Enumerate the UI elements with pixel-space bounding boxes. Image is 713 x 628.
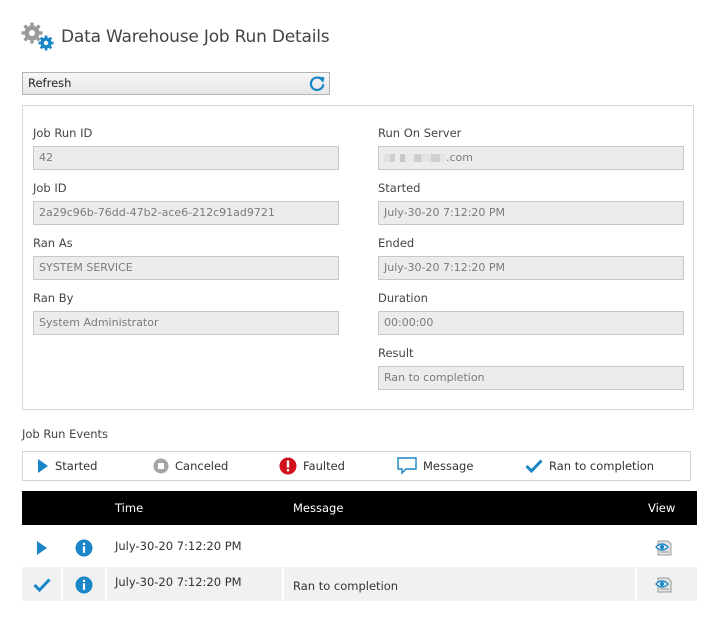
info-icon[interactable] <box>75 539 93 557</box>
row-time: July-30-20 7:12:20 PM <box>107 567 284 601</box>
legend-started: Started <box>37 452 97 480</box>
legend-started-label: Started <box>55 459 98 473</box>
job-run-events-title: Job Run Events <box>22 427 109 441</box>
legend-ran-to-completion: Ran to completion <box>525 452 654 480</box>
ended-label: Ended <box>378 236 415 250</box>
row-time: July-30-20 7:12:20 PM <box>107 531 284 565</box>
run-on-server-label: Run On Server <box>378 126 462 140</box>
legend-canceled-label: Canceled <box>175 459 229 473</box>
ran-by-field[interactable]: System Administrator <box>33 311 339 335</box>
gears-icon <box>21 22 54 51</box>
row-message: Ran to completion <box>284 567 637 601</box>
duration-field[interactable]: 00:00:00 <box>378 311 684 335</box>
info-icon[interactable] <box>75 576 93 594</box>
job-run-id-label: Job Run ID <box>33 126 93 140</box>
started-field[interactable]: July-30-20 7:12:20 PM <box>378 201 684 225</box>
job-id-field[interactable]: 2a29c96b-76dd-47b2-ace6-212c91ad9721 <box>33 201 339 225</box>
row-info-cell <box>63 531 107 565</box>
job-id-label: Job ID <box>33 181 67 195</box>
ran-by-label: Ran By <box>33 291 74 305</box>
ran-as-label: Ran As <box>33 236 73 250</box>
column-message[interactable]: Message <box>293 491 343 525</box>
row-view-cell <box>637 531 697 565</box>
refresh-icon[interactable] <box>307 74 327 94</box>
job-run-id-field[interactable]: 42 <box>33 146 339 170</box>
legend-ran-to-completion-label: Ran to completion <box>549 459 655 473</box>
events-legend: Started Canceled Faulted Message Ran to … <box>22 451 691 481</box>
page-header: Data Warehouse Job Run Details <box>21 22 330 52</box>
play-icon <box>38 459 48 473</box>
row-message <box>284 531 637 565</box>
stop-icon <box>153 458 169 474</box>
run-on-server-value: .com <box>446 151 473 164</box>
checkmark-icon <box>33 578 51 592</box>
legend-canceled: Canceled <box>153 452 228 480</box>
view-details-icon[interactable] <box>655 539 673 557</box>
legend-message: Message <box>397 452 473 480</box>
message-icon <box>397 457 417 475</box>
column-view[interactable]: View <box>648 491 675 525</box>
run-on-server-field[interactable]: .com <box>378 146 684 170</box>
legend-message-label: Message <box>423 459 474 473</box>
row-view-cell <box>637 567 697 601</box>
row-status-cell <box>22 531 63 565</box>
checkmark-icon <box>525 459 543 473</box>
ended-field[interactable]: July-30-20 7:12:20 PM <box>378 256 684 280</box>
page-title: Data Warehouse Job Run Details <box>61 27 330 47</box>
column-time[interactable]: Time <box>115 491 143 525</box>
error-icon <box>279 457 297 475</box>
result-field[interactable]: Ran to completion <box>378 366 684 390</box>
legend-faulted: Faulted <box>279 452 345 480</box>
started-label: Started <box>378 181 421 195</box>
row-info-cell <box>63 567 107 601</box>
job-details-panel: Job Run ID 42 Job ID 2a29c96b-76dd-47b2-… <box>22 105 694 410</box>
duration-label: Duration <box>378 291 428 305</box>
result-label: Result <box>378 346 414 360</box>
redacted-hostname <box>384 154 446 162</box>
row-status-cell <box>22 567 63 601</box>
play-icon <box>37 541 47 555</box>
table-row[interactable]: July-30-20 7:12:20 PM Ran to completion <box>22 567 697 601</box>
refresh-button[interactable]: Refresh <box>22 72 330 95</box>
events-table-header: Time Message View <box>22 491 697 525</box>
view-details-icon[interactable] <box>655 576 673 594</box>
legend-faulted-label: Faulted <box>303 459 345 473</box>
table-row[interactable]: July-30-20 7:12:20 PM <box>22 531 697 565</box>
ran-as-field[interactable]: SYSTEM SERVICE <box>33 256 339 280</box>
refresh-label: Refresh <box>28 76 72 90</box>
